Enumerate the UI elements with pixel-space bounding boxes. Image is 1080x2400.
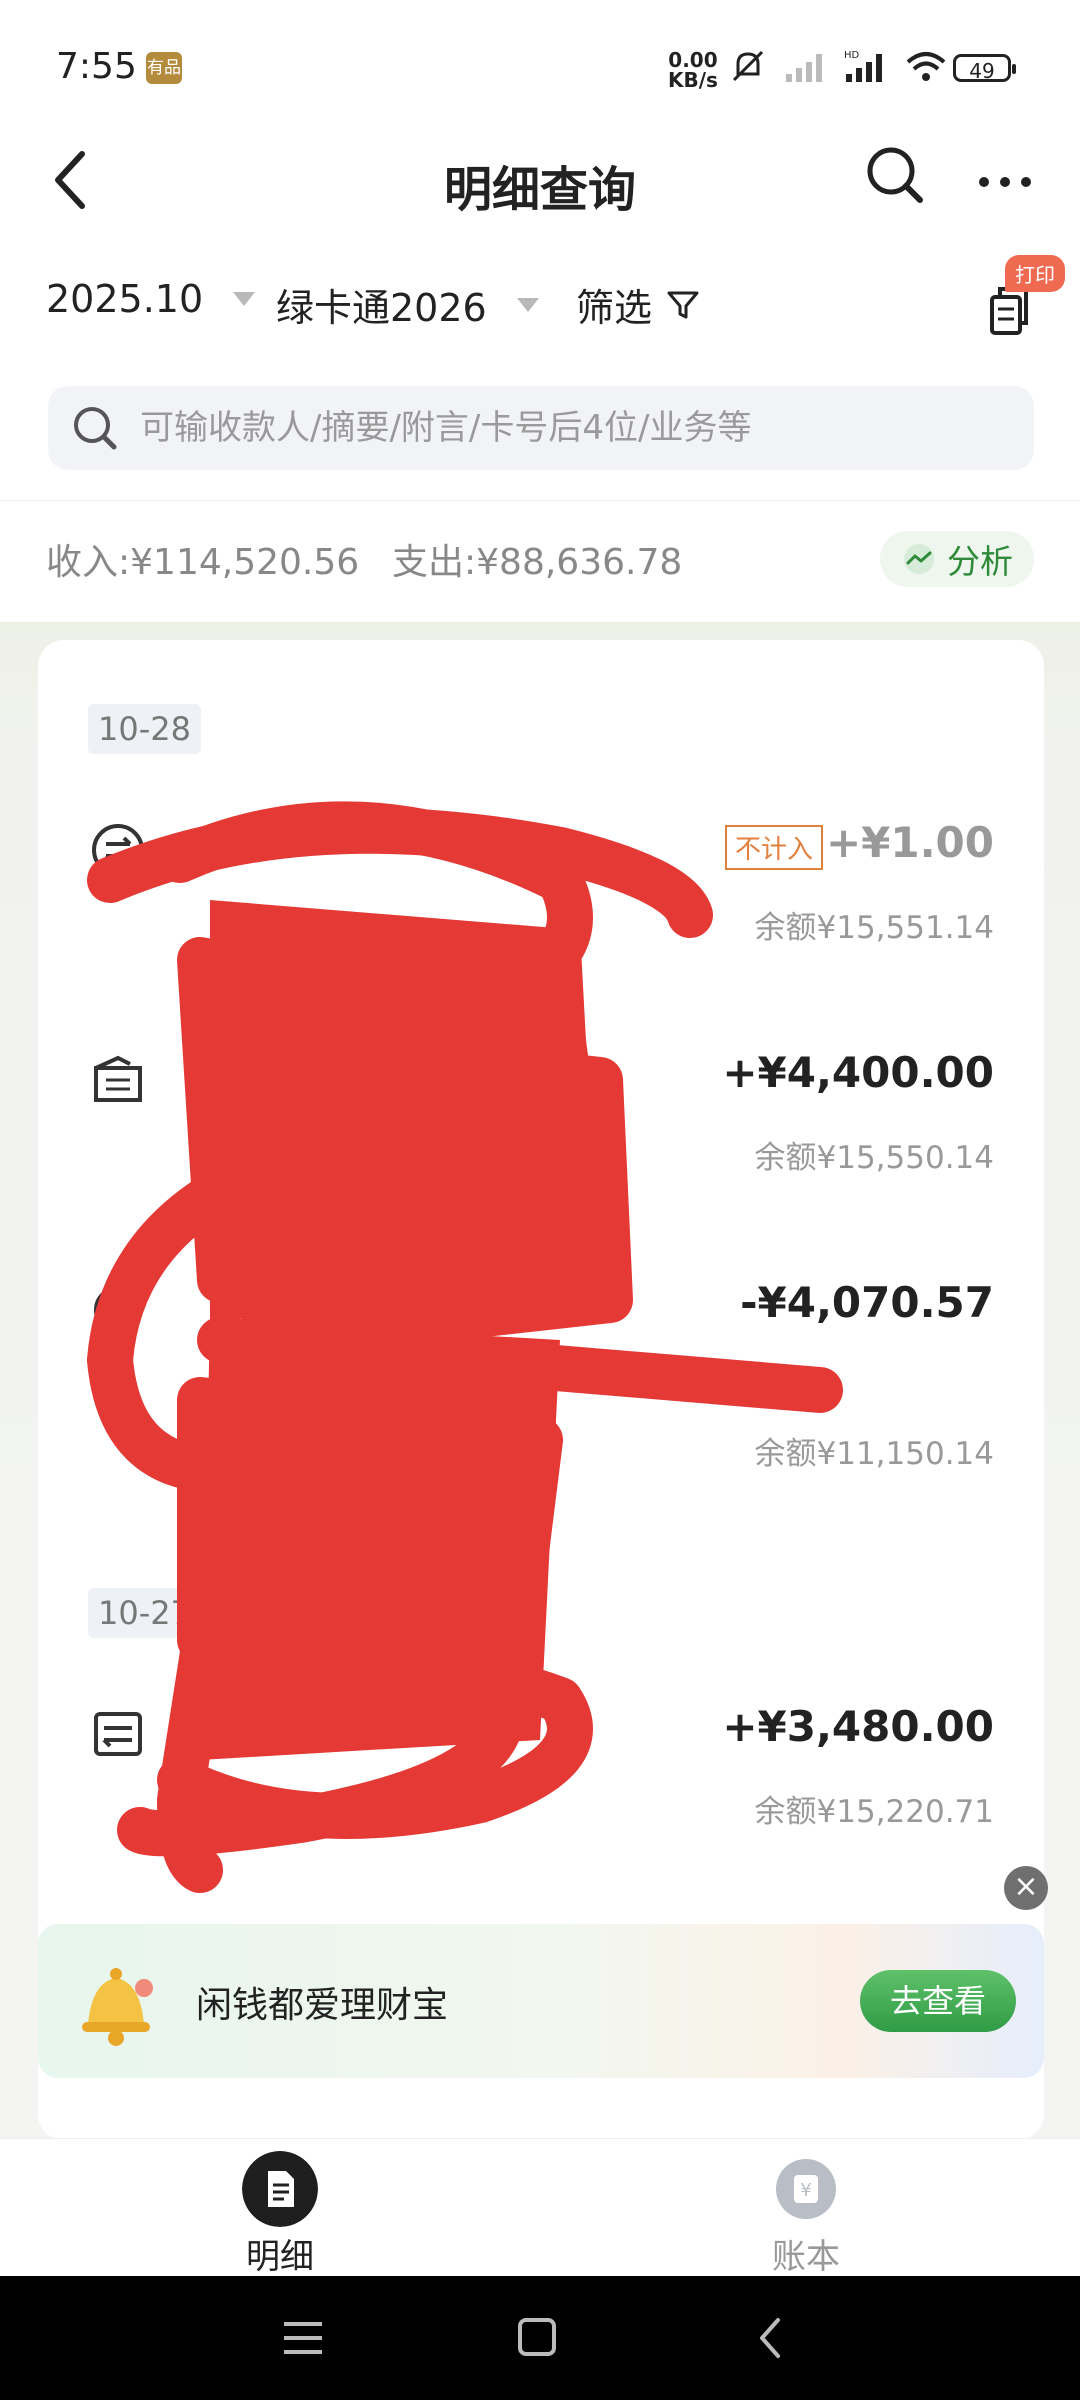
signal-icon: HD [844, 50, 882, 82]
search-icon[interactable] [860, 140, 930, 210]
transaction-balance: 余额¥15,551.14 [754, 910, 995, 946]
svg-text:HD: HD [844, 50, 860, 61]
network-speed-value: 0.00 [668, 48, 718, 72]
income-total: 收入:¥114,520.56 [46, 542, 360, 583]
date-header: 10-28 [88, 704, 201, 754]
print-tag[interactable]: 打印 [1005, 255, 1065, 292]
funnel-icon [667, 291, 699, 318]
document-list-icon [242, 2151, 318, 2227]
transaction-amount: -¥4,070.57 [740, 1278, 994, 1327]
search-bar[interactable] [48, 386, 1034, 470]
network-speed: 0.00 KB/s [668, 50, 718, 90]
transaction-balance: 余额¥15,550.14 [754, 1140, 995, 1176]
transaction-amount: +¥3,480.00 [722, 1702, 994, 1751]
transaction-amount: +¥4,400.00 [722, 1048, 994, 1097]
battery-indicator: 49 [953, 54, 1016, 83]
analyze-button[interactable]: 分析 [880, 531, 1034, 587]
bell-icon [82, 1968, 153, 2046]
transaction-balance: 余额¥15,220.71 [754, 1794, 995, 1830]
date-header: 10-27 [88, 1588, 201, 1638]
transaction-row[interactable]: 不计入 +¥1.00 余额¥15,551.14 [38, 800, 1044, 980]
transaction-amount: +¥1.00 [825, 818, 994, 867]
banner-text: 闲钱都爱理财宝 [196, 1985, 449, 2026]
app-badge: 有品 [146, 52, 182, 84]
tab-ledger[interactable]: ¥ 账本 [656, 2139, 956, 2277]
card-label: 绿卡通2026 [276, 286, 487, 330]
transaction-row[interactable]: +¥3,480.00 余额¥15,220.71 [38, 1684, 1044, 1864]
menu-icon[interactable] [268, 2306, 338, 2370]
signal-empty-icon [786, 54, 822, 82]
filter-label: 筛选 [576, 286, 653, 330]
wifi-icon [906, 52, 946, 81]
salary-icon [94, 1055, 142, 1102]
filter-row: 2025.10 绿卡通2026 筛选 打印 [0, 255, 1080, 345]
transaction-row[interactable]: -¥4,070.57 余额¥11,150.14 [38, 1260, 1044, 1480]
transaction-row[interactable]: +¥4,400.00 余额¥15,550.14 [38, 1030, 1044, 1210]
transaction-balance: 余额¥11,150.14 [754, 1436, 995, 1472]
search-input[interactable] [138, 407, 1022, 449]
status-time: 7:55 [56, 46, 137, 87]
expense-total: 支出:¥88,636.78 [392, 542, 683, 583]
promo-banner[interactable]: 闲钱都爱理财宝 去查看 [38, 1924, 1044, 2078]
close-banner-button[interactable]: × [1004, 1866, 1048, 1910]
caret-down-icon [233, 292, 256, 306]
transfer-icon [92, 824, 144, 876]
month-selector[interactable]: 2025.10 [46, 277, 256, 321]
search-icon [74, 407, 117, 450]
system-navigation-bar [0, 2276, 1080, 2400]
summary-bar: 收入:¥114,520.56 支出:¥88,636.78 分析 [0, 500, 1080, 623]
back-icon[interactable] [736, 2306, 806, 2370]
trend-icon [904, 544, 934, 574]
more-options-icon[interactable] [970, 140, 1040, 210]
tab-label: 明细 [246, 2237, 314, 2277]
bottom-tab-bar: 明细 ¥ 账本 [0, 2138, 1080, 2277]
svg-text:¥: ¥ [800, 2180, 811, 2201]
network-speed-unit: KB/s [668, 68, 718, 92]
app-header: 明细查询 [0, 130, 1080, 230]
excluded-tag: 不计入 [725, 825, 824, 870]
filter-button[interactable]: 筛选 [576, 277, 700, 332]
tab-details[interactable]: 明细 [130, 2139, 430, 2277]
payment-icon [94, 1286, 142, 1334]
card-selector[interactable]: 绿卡通2026 [276, 277, 539, 332]
caret-down-icon [516, 297, 539, 312]
month-label: 2025.10 [46, 277, 204, 321]
tab-label: 账本 [772, 2237, 840, 2277]
transfer-in-icon [94, 1712, 142, 1756]
mute-icon [732, 50, 764, 82]
home-icon[interactable] [502, 2306, 572, 2370]
status-bar: 7:55 有品 0.00 KB/s HD 49 [0, 0, 1080, 130]
view-button[interactable]: 去查看 [860, 1970, 1016, 2032]
status-icons: HD [728, 44, 948, 88]
analyze-label: 分析 [947, 542, 1013, 581]
ledger-icon: ¥ [776, 2159, 836, 2219]
